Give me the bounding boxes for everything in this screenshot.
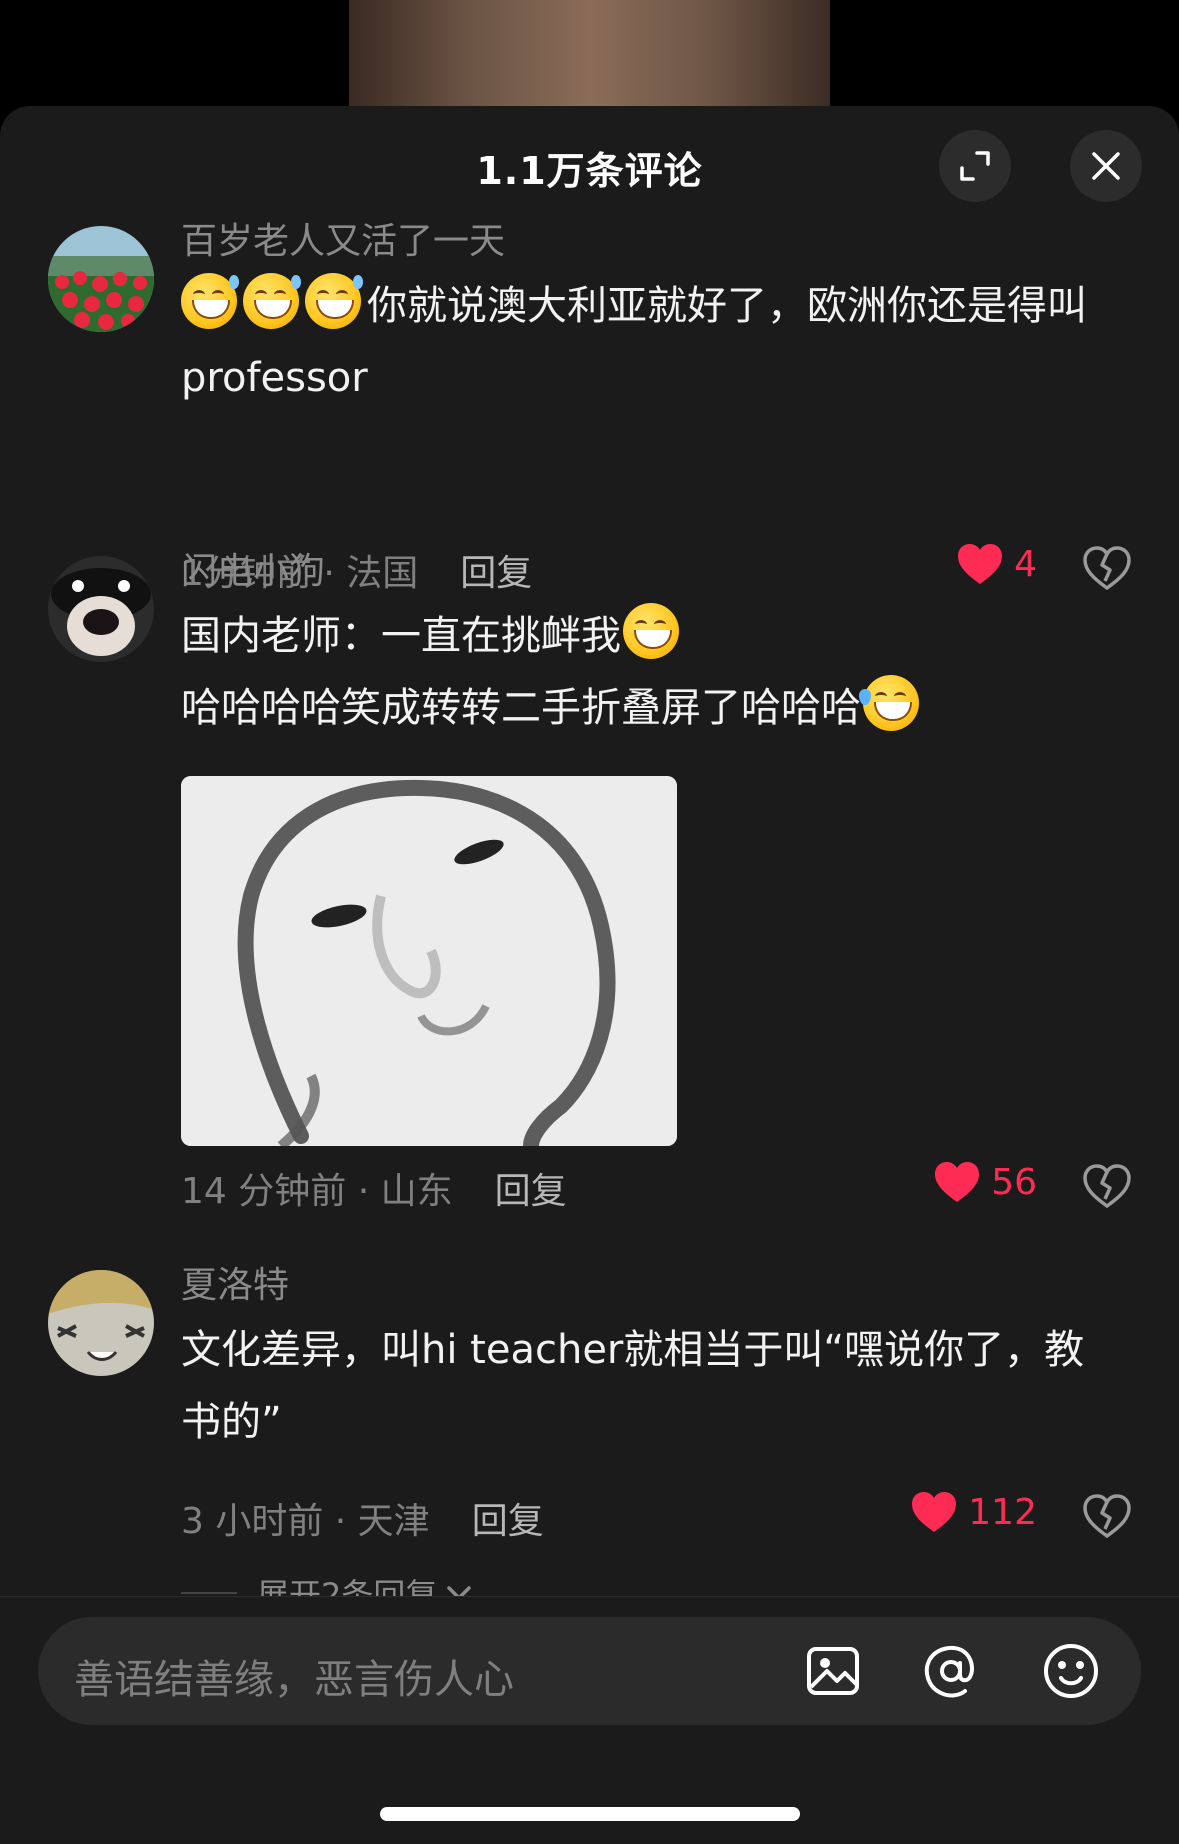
comment-input[interactable]: 善语结善缘，恶言伤人心	[38, 1617, 1141, 1725]
sketch-face-meme-image	[181, 776, 677, 1146]
comment-meta: 3 小时前 · 天津 回复	[181, 1492, 544, 1544]
tulip-field-avatar	[48, 226, 154, 332]
avatar[interactable]	[48, 556, 154, 662]
comment-username[interactable]: 百岁老人又活了一天	[181, 220, 1111, 264]
heart-filled-icon	[935, 1162, 980, 1202]
expand-button[interactable]	[939, 130, 1011, 202]
comment-text-line-1: 国内老师：一直在挑衅我	[181, 613, 621, 659]
avatar[interactable]	[48, 226, 154, 332]
reply-button[interactable]: 回复	[495, 1171, 567, 1212]
comment-input-placeholder: 善语结善缘，恶言伤人心	[74, 1657, 514, 1703]
comment-input-bar: 善语结善缘，恶言伤人心	[0, 1596, 1179, 1844]
like-count: 112	[968, 1491, 1037, 1533]
close-icon	[1092, 152, 1120, 180]
close-button[interactable]	[1070, 130, 1142, 202]
dislike-broken-heart-icon[interactable]	[1083, 1494, 1131, 1538]
expand-icon	[960, 151, 990, 181]
grinning-emoji	[623, 603, 679, 659]
crying-laughing-emoji	[859, 675, 919, 731]
comment-username[interactable]: 夏洛特	[181, 1264, 1111, 1308]
grinning-sweat-emoji	[305, 273, 363, 329]
cartoon-face-avatar	[48, 1270, 154, 1376]
comment-meta: 14 分钟前 · 山东 回复	[181, 1162, 567, 1214]
comment-time-location: 3 小时前 · 天津	[181, 1501, 430, 1542]
dog-nose-avatar	[48, 556, 154, 662]
like-button[interactable]: 56	[933, 1160, 1037, 1204]
reply-button[interactable]: 回复	[472, 1501, 544, 1542]
comments-sheet: 1.1万条评论 百岁老人又活了一天 你就说澳大利亚就好了，欧洲你还是得叫prof…	[0, 106, 1179, 1844]
heart-filled-icon	[912, 1492, 957, 1532]
at-icon[interactable]	[921, 1641, 981, 1701]
image-icon[interactable]	[803, 1641, 863, 1701]
comment-text-line-2: 哈哈哈哈笑成转转二手折叠屏了哈哈哈	[181, 685, 861, 731]
comment-username[interactable]: 闪电小狗	[181, 550, 1111, 594]
comment-time-location: 14 分钟前 · 山东	[181, 1171, 453, 1212]
avatar[interactable]	[48, 1270, 154, 1376]
comment-text: 国内老师：一直在挑衅我 哈哈哈哈笑成转转二手折叠屏了哈哈哈	[181, 600, 1111, 744]
grinning-sweat-emoji	[243, 273, 301, 329]
grinning-sweat-emoji	[181, 273, 239, 329]
comment-image[interactable]	[181, 776, 677, 1146]
dislike-broken-heart-icon[interactable]	[1083, 1164, 1131, 1208]
comment-text: 文化差异，叫hi teacher就相当于叫“嘿说你了，教书的”	[181, 1327, 1085, 1445]
emoji-icon[interactable]	[1041, 1641, 1101, 1701]
home-indicator[interactable]	[380, 1807, 800, 1821]
comment-text: 你就说澳大利亚就好了，欧洲你还是得叫professor	[181, 270, 1111, 414]
like-count: 56	[991, 1161, 1037, 1203]
like-button[interactable]: 112	[910, 1490, 1037, 1534]
